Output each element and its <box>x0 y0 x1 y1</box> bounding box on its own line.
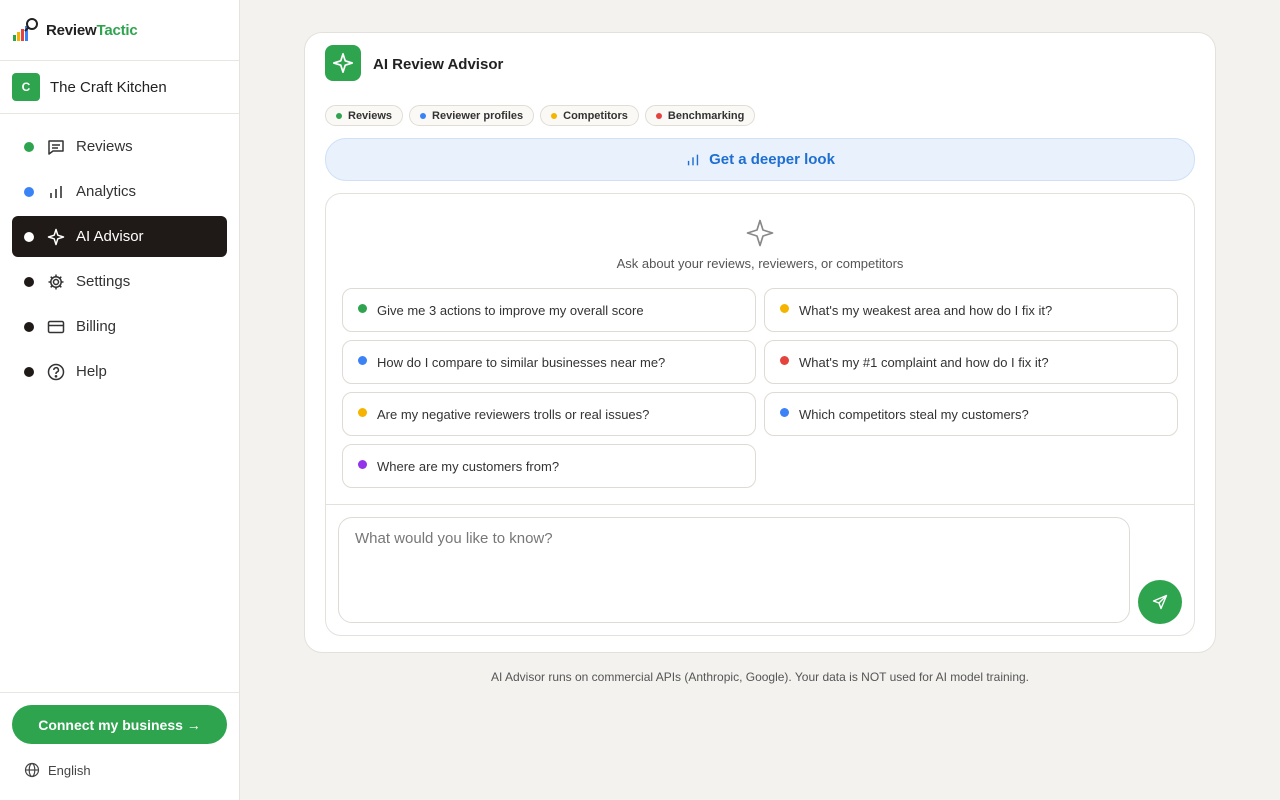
connect-business-button[interactable]: Connect my business → <box>12 705 227 744</box>
suggestion-text: Where are my customers from? <box>377 458 560 474</box>
suggestion-chip[interactable]: Give me 3 actions to improve my overall … <box>342 288 756 332</box>
chat-icon <box>46 137 66 157</box>
sidebar-item-help[interactable]: Help <box>12 351 227 392</box>
bar-chart-icon <box>46 182 66 202</box>
divider <box>0 113 239 114</box>
credit-card-icon <box>46 317 66 337</box>
help-circle-icon <box>46 362 66 382</box>
chat-panel: Ask about your reviews, reviewers, or co… <box>325 193 1195 636</box>
suggestion-chip[interactable]: Where are my customers from? <box>342 444 756 488</box>
chip-reviewer-profiles[interactable]: Reviewer profiles <box>409 105 535 126</box>
suggestion-chip[interactable]: What's my weakest area and how do I fix … <box>764 288 1178 332</box>
logo-icon <box>13 18 38 41</box>
chip-benchmarking[interactable]: Benchmarking <box>644 105 756 126</box>
suggestion-text: Are my negative reviewers trolls or real… <box>377 406 650 422</box>
suggestion-chip[interactable]: Are my negative reviewers trolls or real… <box>342 392 756 436</box>
language-label: English <box>48 762 91 778</box>
status-dot <box>24 141 34 152</box>
suggestion-text: What's my weakest area and how do I fix … <box>799 302 1053 318</box>
advisor-card: AI Review Advisor Reviews Reviewer profi… <box>304 32 1216 653</box>
suggestion-chip[interactable]: How do I compare to similar businesses n… <box>342 340 756 384</box>
send-button[interactable] <box>1138 580 1182 624</box>
suggestion-chip[interactable]: What's my #1 complaint and how do I fix … <box>764 340 1178 384</box>
chip-label: Reviews <box>348 109 393 122</box>
suggestion-dot <box>780 355 789 365</box>
sidebar-item-label: Analytics <box>76 183 137 200</box>
sparkle-icon <box>46 227 66 247</box>
sidebar-item-label: Settings <box>76 273 131 290</box>
suggestion-text: Which competitors steal my customers? <box>799 406 1029 422</box>
suggestion-dot <box>358 303 367 313</box>
bar-chart-icon <box>687 154 699 165</box>
status-dot <box>24 186 34 197</box>
language-selector[interactable]: English <box>24 762 91 778</box>
status-dot <box>24 366 34 377</box>
divider <box>0 60 239 61</box>
suggestion-dot <box>780 407 789 417</box>
sidebar-item-label: AI Advisor <box>76 228 144 245</box>
sidebar-item-label: Reviews <box>76 138 133 155</box>
suggestion-text: Give me 3 actions to improve my overall … <box>377 302 644 318</box>
chip-dot <box>420 112 427 119</box>
sparkle-icon <box>325 45 361 81</box>
sparkle-icon <box>746 219 774 247</box>
deeper-look-button[interactable]: Get a deeper look <box>325 138 1195 181</box>
divider <box>0 692 239 693</box>
ask-prompt: Ask about your reviews, reviewers, or co… <box>616 256 904 271</box>
business-selector[interactable]: C The Craft Kitchen <box>12 73 167 101</box>
suggestion-text: What's my #1 complaint and how do I fix … <box>799 354 1049 370</box>
globe-icon <box>24 762 40 778</box>
suggestion-dot <box>358 407 367 417</box>
chip-label: Reviewer profiles <box>432 109 524 122</box>
status-dot <box>24 231 34 242</box>
page-title: AI Review Advisor <box>373 56 504 73</box>
sidebar-item-label: Help <box>76 363 107 380</box>
chip-label: Competitors <box>563 109 628 122</box>
sidebar-item-reviews[interactable]: Reviews <box>12 126 227 167</box>
data-source-chips: Reviews Reviewer profiles Competitors Be… <box>325 105 756 126</box>
sidebar-item-ai-advisor[interactable]: AI Advisor <box>12 216 227 257</box>
chip-competitors[interactable]: Competitors <box>540 105 639 126</box>
logo[interactable]: ReviewTactic <box>12 16 138 44</box>
privacy-footnote: AI Advisor runs on commercial APIs (Anth… <box>490 670 1030 684</box>
suggestion-dot <box>358 355 367 365</box>
sidebar: ReviewTactic C The Craft Kitchen Reviews… <box>0 0 240 800</box>
status-dot <box>24 321 34 332</box>
chip-reviews[interactable]: Reviews <box>325 105 404 126</box>
suggestion-text: How do I compare to similar businesses n… <box>377 354 666 370</box>
chip-dot <box>655 112 662 119</box>
status-dot <box>24 276 34 287</box>
sidebar-item-analytics[interactable]: Analytics <box>12 171 227 212</box>
gear-icon <box>46 272 66 292</box>
deeper-look-label: Get a deeper look <box>709 151 835 168</box>
chip-label: Benchmarking <box>667 109 745 122</box>
suggestion-dot <box>358 459 367 469</box>
send-icon <box>1152 594 1168 610</box>
sidebar-item-billing[interactable]: Billing <box>12 306 227 347</box>
logo-text: ReviewTactic <box>46 21 138 39</box>
suggestion-chip[interactable]: Which competitors steal my customers? <box>764 392 1178 436</box>
chip-dot <box>551 112 558 119</box>
sidebar-item-label: Billing <box>76 318 117 335</box>
chip-dot <box>336 112 342 119</box>
business-name: The Craft Kitchen <box>50 78 167 96</box>
business-avatar: C <box>12 73 40 101</box>
suggestion-dot <box>780 303 789 313</box>
divider <box>326 504 1194 505</box>
question-input[interactable] <box>338 517 1130 623</box>
sidebar-item-settings[interactable]: Settings <box>12 261 227 302</box>
